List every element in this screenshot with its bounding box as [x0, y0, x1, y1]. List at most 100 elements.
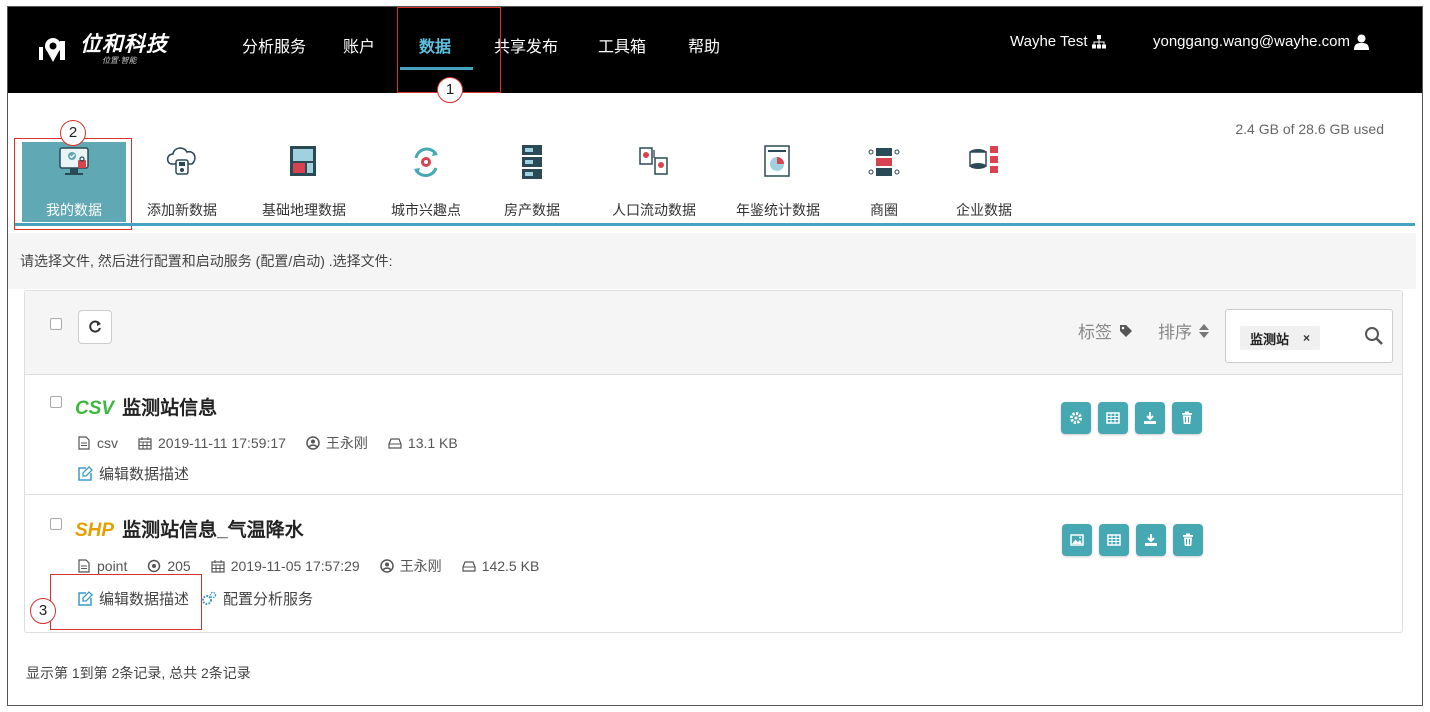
- nav-share-publish[interactable]: 共享发布: [494, 33, 558, 57]
- category-divider: [15, 223, 1415, 226]
- record-count-icon: [148, 559, 161, 573]
- record-count: 205: [167, 558, 191, 574]
- file-title[interactable]: CSV 监测站信息: [75, 393, 217, 420]
- instruction-bar: 请选择文件, 然后进行配置和启动服务 (配置/启动) .选择文件:: [8, 233, 1416, 289]
- user-menu[interactable]: yonggang.wang@wayhe.com: [1153, 33, 1370, 50]
- file-name: 监测站信息_气温降水: [122, 520, 304, 541]
- category-label: 城市兴趣点: [391, 202, 461, 218]
- delete-button[interactable]: [1172, 402, 1202, 434]
- category-label: 基础地理数据: [262, 202, 346, 218]
- server-icon: [522, 145, 542, 179]
- file-checkbox[interactable]: [50, 396, 62, 408]
- category-enterprise[interactable]: 企业数据: [946, 142, 1022, 222]
- file-meta: point 205 2019-11-05 17:57:29 王永刚 142.5 …: [77, 556, 539, 576]
- category-real-estate[interactable]: 房产数据: [500, 142, 564, 222]
- enterprise-data-icon: [969, 146, 998, 173]
- category-label: 人口流动数据: [612, 202, 696, 218]
- logo-icon: [39, 38, 65, 62]
- edit-description-link[interactable]: 编辑数据描述: [77, 463, 189, 484]
- storage-usage: 2.4 GB of 28.6 GB used: [1235, 121, 1384, 137]
- table-view-button[interactable]: [1098, 402, 1128, 434]
- category-poi[interactable]: 城市兴趣点: [386, 142, 466, 222]
- tag-icon: [1120, 324, 1132, 337]
- search-tag-chip: 监测站 ×: [1240, 326, 1321, 350]
- logo-tagline: 位置·智能: [102, 55, 137, 65]
- calendar-icon: [211, 560, 225, 573]
- file-icon: [78, 436, 90, 450]
- category-label: 企业数据: [956, 202, 1012, 218]
- gears-icon: [202, 591, 217, 605]
- file-checkbox[interactable]: [50, 518, 62, 530]
- settings-button[interactable]: [1061, 402, 1091, 434]
- trash-icon: [1182, 411, 1192, 424]
- image-icon: [1070, 534, 1084, 546]
- file-date: 2019-11-11 17:59:17: [158, 435, 286, 451]
- annotation-marker-2: 2: [60, 120, 86, 146]
- file-icon: [78, 559, 90, 573]
- table-view-button[interactable]: [1099, 524, 1129, 556]
- file-type-label: SHP: [75, 520, 115, 541]
- download-icon: [1144, 412, 1156, 424]
- file-title[interactable]: SHP 监测站信息_气温降水: [75, 515, 304, 542]
- file-date: 2019-11-05 17:57:29: [230, 558, 360, 574]
- logo[interactable]: 位和科技 位置·智能: [38, 29, 168, 69]
- yearbook-stats-icon: [764, 145, 790, 177]
- preview-button[interactable]: [1062, 524, 1092, 556]
- file-row: CSV 监测站信息 csv 2019-11-11 17:59:17 王永刚 13…: [25, 375, 1402, 495]
- category-base-geo[interactable]: 基础地理数据: [256, 142, 352, 222]
- hdd-icon: [462, 561, 476, 572]
- delete-button[interactable]: [1173, 524, 1203, 556]
- config-service-link[interactable]: 配置分析服务: [201, 588, 313, 609]
- category-label: 房产数据: [504, 202, 560, 218]
- sort-label: 排序: [1158, 323, 1192, 342]
- tag-filter-label: 标签: [1078, 323, 1112, 342]
- annotation-box-2: [14, 138, 132, 230]
- app-frame: 位和科技 位置·智能 分析服务 账户 数据 共享发布 工具箱 帮助 Wayhe …: [7, 6, 1423, 706]
- search-tag-label: 监测站: [1250, 331, 1290, 347]
- edit-description-label: 编辑数据描述: [99, 466, 190, 483]
- refresh-button[interactable]: [78, 310, 112, 344]
- file-owner: 王永刚: [325, 435, 368, 451]
- category-population-flow[interactable]: 人口流动数据: [606, 142, 702, 222]
- remove-tag-button[interactable]: ×: [1303, 331, 1310, 345]
- file-format: csv: [97, 435, 118, 451]
- select-all-checkbox[interactable]: [50, 318, 62, 330]
- tag-filter[interactable]: 标签: [1078, 318, 1133, 343]
- calendar-icon: [138, 437, 152, 450]
- table-icon: [1107, 534, 1121, 546]
- download-button[interactable]: [1135, 402, 1165, 434]
- download-button[interactable]: [1136, 524, 1166, 556]
- category-label: 商圈: [870, 202, 898, 218]
- user-circle-icon: [306, 436, 320, 450]
- instruction-text: 请选择文件, 然后进行配置和启动服务 (配置/启动) .选择文件:: [20, 253, 393, 269]
- category-yearbook[interactable]: 年鉴统计数据: [730, 142, 826, 222]
- logo-name: 位和科技: [80, 30, 168, 56]
- download-icon: [1145, 534, 1157, 546]
- cloud-upload-icon: [166, 147, 196, 175]
- category-label: 年鉴统计数据: [736, 202, 820, 218]
- tag-search-box[interactable]: 监测站 ×: [1225, 309, 1393, 363]
- trash-icon: [1183, 533, 1193, 546]
- nav-account[interactable]: 账户: [343, 33, 375, 57]
- category-business-district[interactable]: 商圈: [854, 142, 914, 222]
- table-icon: [1106, 412, 1120, 424]
- file-actions: [1062, 524, 1203, 556]
- nav-toolbox[interactable]: 工具箱: [598, 33, 646, 57]
- sitemap-icon: [1091, 34, 1106, 48]
- annotation-box-3: [50, 574, 202, 630]
- category-add-data[interactable]: 添加新数据: [136, 142, 228, 222]
- file-name: 监测站信息: [122, 398, 218, 419]
- top-navbar: 位和科技 位置·智能 分析服务 账户 数据 共享发布 工具箱 帮助 Wayhe …: [8, 7, 1422, 93]
- file-toolbar: 标签 排序 监测站 ×: [25, 291, 1402, 375]
- poi-refresh-icon: [414, 147, 438, 177]
- annotation-marker-3: 3: [30, 598, 56, 624]
- business-district-icon: [868, 148, 900, 176]
- file-meta: csv 2019-11-11 17:59:17 王永刚 13.1 KB: [77, 433, 458, 453]
- org-menu[interactable]: Wayhe Test: [1010, 33, 1106, 50]
- nav-help[interactable]: 帮助: [688, 33, 720, 57]
- sort-icon: [1199, 323, 1209, 338]
- search-icon[interactable]: [1364, 326, 1384, 346]
- sort-toggle[interactable]: 排序: [1158, 318, 1209, 343]
- nav-analysis-services[interactable]: 分析服务: [242, 33, 306, 57]
- user-circle-icon: [379, 559, 394, 573]
